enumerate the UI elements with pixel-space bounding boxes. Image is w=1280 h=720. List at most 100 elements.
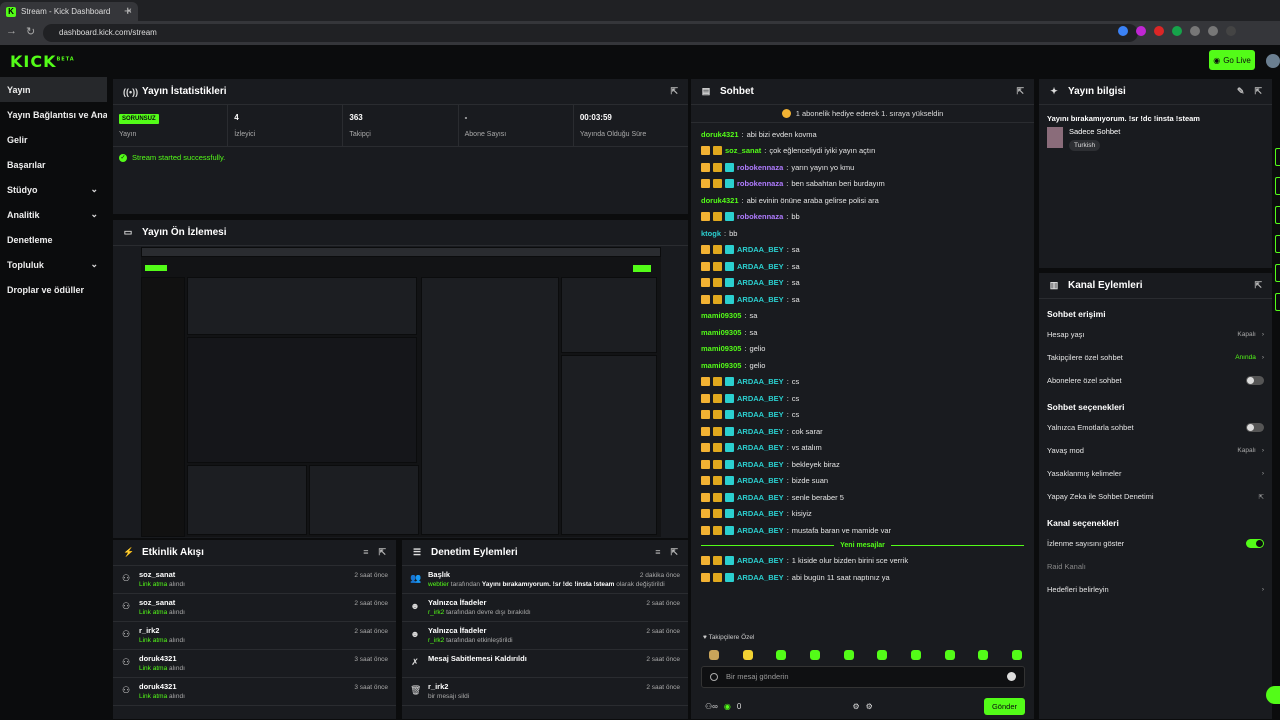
popout-icon[interactable]: ⇱ <box>1254 86 1262 97</box>
chat-message[interactable]: doruk4321: abi evinin önüne araba gelirse… <box>701 192 1024 209</box>
chat-username[interactable]: ARDAA_BEY <box>737 394 784 403</box>
chat-username[interactable]: ARDAA_BEY <box>737 377 784 386</box>
emote-icon[interactable] <box>978 650 989 660</box>
emote-icon[interactable] <box>742 650 753 660</box>
edge-button[interactable] <box>1275 264 1280 282</box>
help-button[interactable] <box>1266 686 1280 704</box>
chat-username[interactable]: ARDAA_BEY <box>737 573 784 582</box>
chat-message[interactable]: ARDAA_BEY: sa <box>701 242 1024 259</box>
chat-message[interactable]: ARDAA_BEY: sa <box>701 291 1024 308</box>
browser-tab[interactable]: K Stream - Kick Dashboard × <box>0 2 138 21</box>
gear-icon[interactable]: ⚙ <box>852 702 859 711</box>
send-button[interactable]: Gönder <box>983 697 1025 715</box>
edge-button[interactable] <box>1275 293 1280 311</box>
reload-icon[interactable]: ↻ <box>26 25 35 38</box>
stream-preview-video[interactable] <box>141 247 661 537</box>
chat-message[interactable]: mami09305: sa <box>701 324 1024 341</box>
chat-username[interactable]: robokennaza <box>737 212 783 221</box>
emote-icon[interactable] <box>877 650 888 660</box>
chat-message[interactable]: ARDAA_BEY: vs atalım <box>701 440 1024 457</box>
chat-message[interactable]: ARDAA_BEY: cs <box>701 390 1024 407</box>
popout-icon[interactable]: ⇱ <box>670 547 678 558</box>
filter-icon[interactable]: ≡ <box>363 547 368 558</box>
kick-logo[interactable]: KICKBETA <box>10 52 75 71</box>
sidebar-item-studio[interactable]: Stüdyo ⌄ <box>0 177 107 202</box>
chat-username[interactable]: mami09305 <box>701 344 741 353</box>
chat-username[interactable]: ARDAA_BEY <box>737 410 784 419</box>
option-raid-channel[interactable]: Raid Kanalı <box>1039 555 1272 578</box>
url-field[interactable]: dashboard.kick.com/stream <box>43 24 1138 42</box>
chat-username[interactable]: ARDAA_BEY <box>737 509 784 518</box>
chat-message[interactable]: ARDAA_BEY: cok sarar <box>701 423 1024 440</box>
emoji-icon[interactable] <box>1007 672 1016 681</box>
edge-button[interactable] <box>1275 235 1280 253</box>
chat-message[interactable]: ARDAA_BEY: kisiyiz <box>701 506 1024 523</box>
sidebar-item-yayin[interactable]: Yayın <box>0 77 107 102</box>
chat-message[interactable]: soz_sanat: çok eğlenceliydi iyiki yayın a… <box>701 143 1024 160</box>
chat-message[interactable]: ARDAA_BEY: cs <box>701 374 1024 391</box>
edge-button[interactable] <box>1275 148 1280 166</box>
profile-icon[interactable] <box>1226 26 1236 36</box>
chat-username[interactable]: ARDAA_BEY <box>737 526 784 535</box>
chat-message[interactable]: mami09305: gelio <box>701 341 1024 358</box>
sidebar-item-community[interactable]: Topluluk ⌄ <box>0 252 107 277</box>
chat-message[interactable]: robokennaza: yarın yayın yo kmu <box>701 159 1024 176</box>
go-live-button[interactable]: ◉ Go Live <box>1209 50 1255 70</box>
chat-message[interactable]: mami09305: gelio <box>701 357 1024 374</box>
extension-icon[interactable] <box>1172 26 1182 36</box>
popout-icon[interactable]: ⇱ <box>378 547 386 558</box>
chat-message[interactable]: ARDAA_BEY: bekleyek biraz <box>701 456 1024 473</box>
chat-username[interactable]: mami09305 <box>701 311 741 320</box>
emote-icon[interactable] <box>776 650 787 660</box>
sidebar-item-moderation[interactable]: Denetleme <box>0 227 107 252</box>
edge-button[interactable] <box>1275 177 1280 195</box>
chat-input[interactable]: Bir mesaj gönderin <box>701 666 1025 688</box>
subs-only-toggle[interactable] <box>1246 376 1264 385</box>
option-slow-mode[interactable]: Yavaş mod Kapalı › <box>1039 439 1272 462</box>
chat-message[interactable]: ARDAA_BEY:1 kiside olur bizden birini sc… <box>701 553 1024 570</box>
chat-message[interactable]: robokennaza: ben sabahtan beri burdayım <box>701 176 1024 193</box>
chat-username[interactable]: doruk4321 <box>701 196 739 205</box>
chat-username[interactable]: robokennaza <box>737 179 783 188</box>
edit-icon[interactable]: ✎ <box>1237 86 1245 97</box>
option-account-age[interactable]: Hesap yaşı Kapalı › <box>1039 323 1272 346</box>
settings-icon[interactable]: ⚙ <box>866 702 873 711</box>
chat-username[interactable]: ARDAA_BEY <box>737 460 784 469</box>
chat-message[interactable]: ARDAA_BEY: mustafa baran ve mamide var <box>701 522 1024 539</box>
chat-username[interactable]: ARDAA_BEY <box>737 245 784 254</box>
option-ai-moderation[interactable]: Yapay Zeka ile Sohbet Denetimi ⇱ <box>1039 485 1272 508</box>
popout-icon[interactable]: ⇱ <box>1016 86 1024 97</box>
popout-icon[interactable]: ⇱ <box>670 86 678 97</box>
sidebar-item-analytics[interactable]: Analitik ⌄ <box>0 202 107 227</box>
chat-message[interactable]: ARDAA_BEY: bizde suan <box>701 473 1024 490</box>
people-icon[interactable]: ⚇∞ <box>705 702 718 711</box>
chat-username[interactable]: ARDAA_BEY <box>737 556 784 565</box>
forward-icon[interactable]: → <box>6 25 17 38</box>
emote-icon[interactable] <box>809 650 820 660</box>
chat-message[interactable]: ARDAA_BEY: sa <box>701 275 1024 292</box>
emote-icon[interactable] <box>944 650 955 660</box>
chat-message[interactable]: ktogk: bb <box>701 225 1024 242</box>
show-viewers-toggle[interactable] <box>1246 539 1264 548</box>
emote-icon[interactable] <box>910 650 921 660</box>
sidebar-item-stream-key[interactable]: Yayın Bağlantısı ve Anahtarı <box>0 102 107 127</box>
chat-username[interactable]: ktogk <box>701 229 721 238</box>
new-tab-icon[interactable]: + <box>124 3 132 18</box>
chat-message[interactable]: ARDAA_BEY: sa <box>701 258 1024 275</box>
filter-icon[interactable]: ≡ <box>655 547 660 558</box>
sidebar-item-income[interactable]: Gelir <box>0 127 107 152</box>
puzzle-icon[interactable] <box>1190 26 1200 36</box>
chat-message[interactable]: ARDAA_BEY: abi bugün 11 saat naptınız ya <box>701 569 1024 586</box>
chat-username[interactable]: soz_sanat <box>725 146 761 155</box>
emote-icon[interactable] <box>709 650 719 660</box>
popout-icon[interactable]: ⇱ <box>1254 280 1262 291</box>
chat-username[interactable]: robokennaza <box>737 163 783 172</box>
emote-icon[interactable] <box>843 650 854 660</box>
chat-message[interactable]: mami09305: sa <box>701 308 1024 325</box>
option-banned-words[interactable]: Yasaklanmış kelimeler › <box>1039 462 1272 485</box>
emotes-only-toggle[interactable] <box>1246 423 1264 432</box>
chat-username[interactable]: ARDAA_BEY <box>737 476 784 485</box>
sidebar-item-achievements[interactable]: Başarılar <box>0 152 107 177</box>
emote-icon[interactable] <box>1011 650 1022 660</box>
chat-username[interactable]: ARDAA_BEY <box>737 262 784 271</box>
